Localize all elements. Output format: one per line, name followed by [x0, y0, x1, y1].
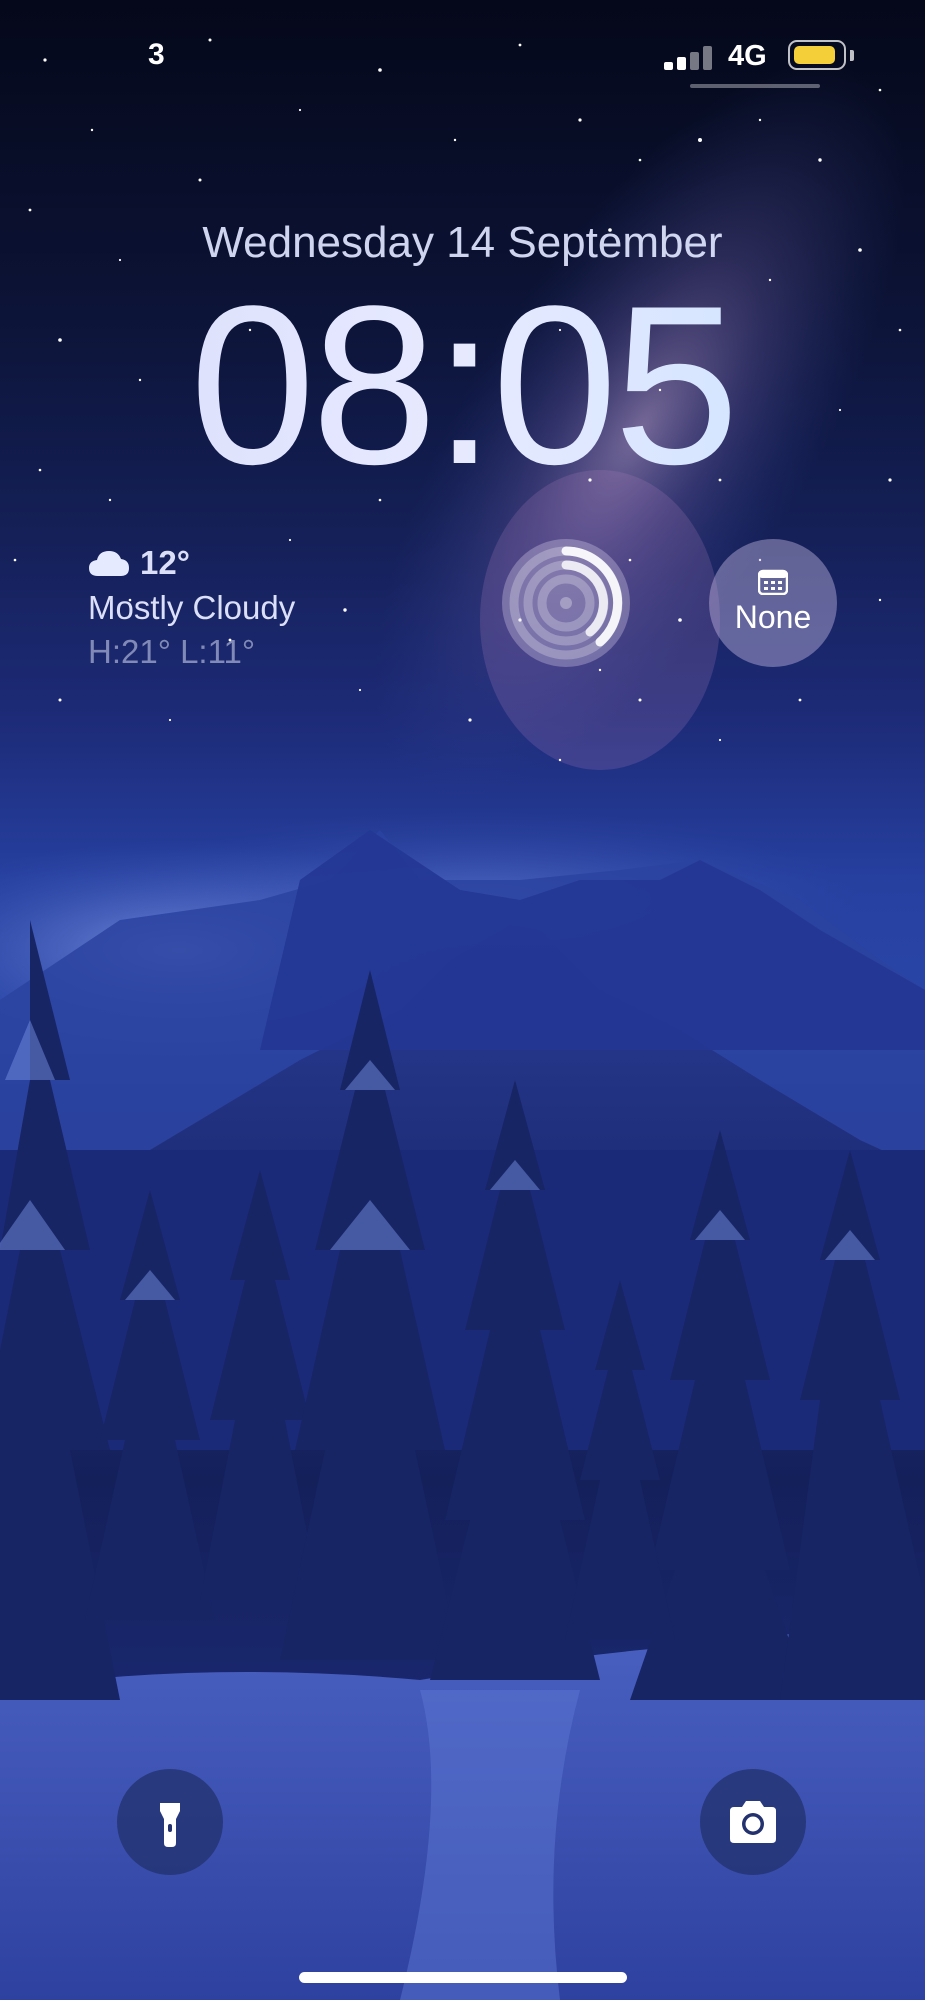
calendar-widget[interactable]: None	[709, 539, 837, 667]
weather-widget[interactable]: 12° Mostly Cloudy H:21° L:11°	[88, 540, 295, 674]
cellular-signal-icon	[664, 46, 714, 70]
weather-temperature: 12°	[140, 544, 190, 581]
lock-screen-clock: 08:05	[0, 270, 925, 500]
weather-temperature-row: 12°	[88, 540, 295, 586]
control-center-grabber[interactable]	[690, 84, 820, 88]
network-type: 4G	[728, 40, 767, 72]
battery-icon	[788, 40, 846, 70]
battery-level-fill	[794, 46, 835, 64]
lock-screen: 3 4G Wednesday 14 September 08:05 12° Mo…	[0, 0, 925, 2000]
weather-condition: Mostly Cloudy	[88, 589, 296, 626]
calendar-label: None	[734, 599, 812, 635]
status-time: 3	[148, 38, 165, 71]
status-bar: 3 4G	[0, 0, 925, 110]
battery-cap	[850, 50, 854, 61]
activity-rings-icon	[509, 546, 623, 660]
camera-button[interactable]	[700, 1769, 806, 1875]
flashlight-button[interactable]	[117, 1769, 223, 1875]
camera-icon	[730, 1801, 776, 1843]
home-indicator[interactable]	[299, 1972, 627, 1983]
cloud-icon	[89, 551, 129, 576]
activity-widget[interactable]	[502, 539, 630, 667]
flashlight-icon	[160, 1803, 180, 1847]
calendar-icon	[758, 569, 788, 595]
weather-high-low: H:21° L:11°	[88, 633, 256, 670]
